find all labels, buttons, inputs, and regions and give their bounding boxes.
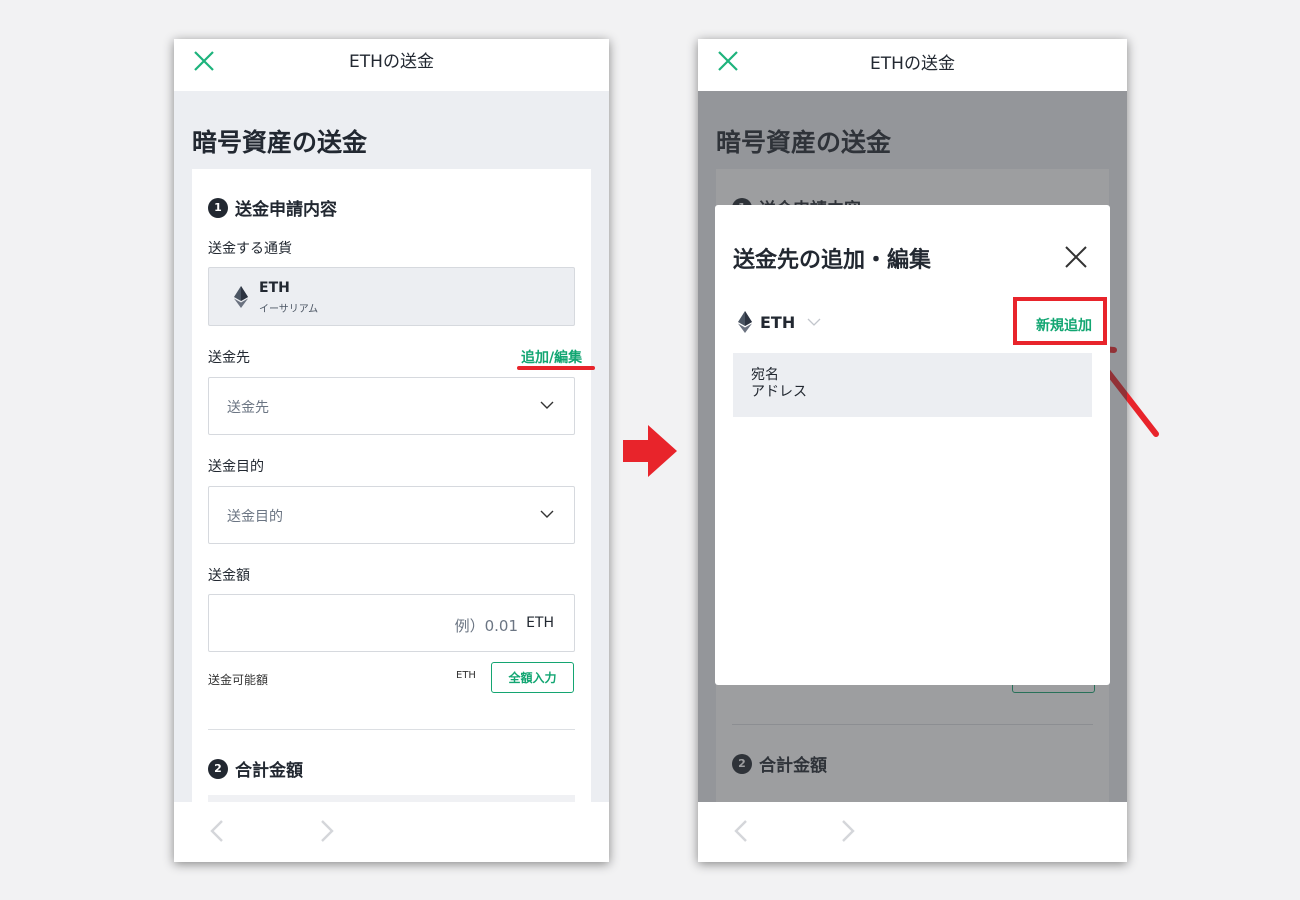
column-address: アドレス <box>751 384 807 400</box>
destination-select[interactable]: 送金先 <box>208 377 575 435</box>
form-card: 1 送金申請内容 送金する通貨 ETH イーサリアム 送金先 追加/編集 送金先… <box>192 169 595 802</box>
divider <box>208 729 575 730</box>
ethereum-icon <box>738 311 752 333</box>
currency-label: 送金する通貨 <box>208 241 292 257</box>
content-area: 暗号資産の送金 1 送金申請内容 送金する通貨 ETH イーサリアム 送金先 追… <box>174 91 609 802</box>
highlight-box <box>1013 297 1107 345</box>
bottom-nav <box>698 802 1127 862</box>
purpose-placeholder: 送金目的 <box>227 509 283 525</box>
step-2-header: 2 合計金額 <box>208 756 303 781</box>
ethereum-icon <box>234 286 248 308</box>
step-number: 1 <box>208 197 228 218</box>
currency-symbol: ETH <box>259 280 290 296</box>
close-icon[interactable] <box>1064 245 1088 269</box>
page-title: 暗号資産の送金 <box>192 128 368 157</box>
total-box <box>208 795 575 802</box>
left-screen: ETHの送金 暗号資産の送金 1 送金申請内容 送金する通貨 ETH イーサリア… <box>174 39 609 862</box>
amount-unit: ETH <box>526 615 554 631</box>
add-edit-link[interactable]: 追加/編集 <box>521 347 582 367</box>
currency-field: ETH イーサリアム <box>208 267 575 326</box>
step-1-header: 1 送金申請内容 <box>208 195 337 220</box>
step-title: 送金申請内容 <box>235 200 337 220</box>
modal-title: 送金先の追加・編集 <box>733 248 932 273</box>
coin-symbol: ETH <box>760 312 796 332</box>
full-amount-button[interactable]: 全額入力 <box>491 662 574 693</box>
coin-selector[interactable]: ETH <box>738 311 821 333</box>
destination-label: 送金先 <box>208 350 250 366</box>
right-screen: ETHの送金 暗号資産の送金 1 送金申請内容 2 合計金額 送金先の追加・編集… <box>698 39 1127 862</box>
purpose-label: 送金目的 <box>208 459 264 475</box>
column-name: 宛名 <box>751 367 779 383</box>
chevron-left-icon[interactable] <box>208 818 226 844</box>
amount-label: 送金額 <box>208 568 250 584</box>
top-bar: ETHの送金 <box>698 39 1127 91</box>
currency-name: イーサリアム <box>259 304 319 315</box>
chevron-right-icon[interactable] <box>839 818 857 844</box>
available-label: 送金可能額 <box>208 673 269 687</box>
step-title: 合計金額 <box>235 761 303 781</box>
amount-placeholder: 例）0.01 <box>454 617 518 635</box>
arrow-right-icon <box>623 425 677 477</box>
available-unit: ETH <box>456 670 476 681</box>
chevron-down-icon <box>540 510 554 518</box>
top-bar: ETHの送金 <box>174 39 609 91</box>
screen-title: ETHの送金 <box>349 52 434 72</box>
purpose-select[interactable]: 送金目的 <box>208 486 575 544</box>
destination-modal: 送金先の追加・編集 ETH 新規追加 宛名 アドレス <box>715 205 1110 685</box>
chevron-left-icon[interactable] <box>732 818 750 844</box>
bottom-nav <box>174 802 609 862</box>
destination-placeholder: 送金先 <box>227 400 269 416</box>
screen-title: ETHの送金 <box>870 54 955 74</box>
highlight-underline <box>517 366 595 370</box>
chevron-right-icon[interactable] <box>318 818 336 844</box>
address-table-header: 宛名 アドレス <box>733 353 1092 417</box>
step-number: 2 <box>208 758 228 779</box>
chevron-down-icon <box>540 401 554 409</box>
chevron-down-icon <box>807 318 821 326</box>
amount-input[interactable]: 例）0.01 ETH <box>208 594 575 652</box>
